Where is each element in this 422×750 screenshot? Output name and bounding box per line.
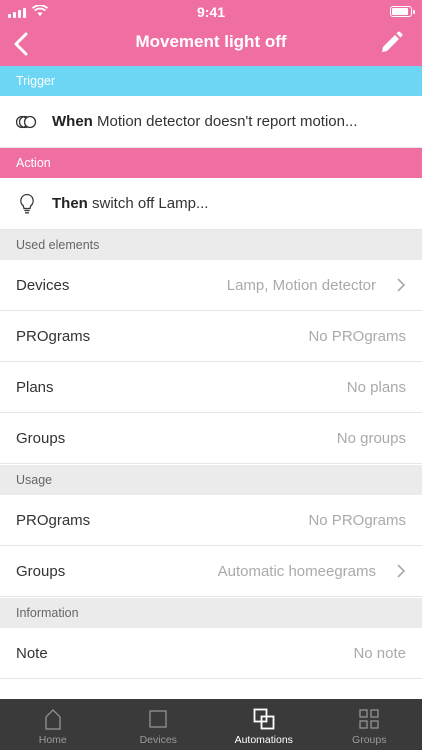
row-label: Note: [16, 644, 48, 662]
row-value: Automatic homeegrams: [217, 562, 376, 580]
row-label: Groups: [16, 562, 66, 580]
groups-icon: [358, 708, 380, 730]
row-label: PROgrams: [16, 511, 91, 529]
trigger-rule[interactable]: When Motion detector doesn't report moti…: [0, 96, 422, 148]
tab-home[interactable]: Home: [0, 699, 106, 750]
tab-automations[interactable]: Automations: [211, 699, 317, 750]
back-button[interactable]: [10, 30, 32, 58]
action-rule[interactable]: Then switch off Lamp...: [0, 178, 422, 230]
used-programs-row[interactable]: PROgrams No PROgrams: [0, 311, 422, 362]
tab-label: Automations: [234, 734, 293, 746]
row-label: PROgrams: [16, 327, 91, 345]
row-value: No note: [353, 644, 406, 662]
tab-devices[interactable]: Devices: [106, 699, 212, 750]
app-header: 9:41 Movement light off: [0, 0, 422, 66]
action-keyword: Then: [52, 195, 88, 212]
row-value: No PROgrams: [308, 327, 406, 345]
lightbulb-icon: [16, 193, 38, 215]
row-value: Lamp, Motion detector: [226, 276, 376, 294]
used-elements-section-header: Used elements: [0, 230, 422, 260]
row-value: No plans: [346, 378, 406, 396]
battery-icon: [390, 6, 415, 17]
action-section-header: Action: [0, 148, 422, 178]
tab-label: Devices: [139, 734, 177, 746]
row-label: Devices: [16, 276, 70, 294]
tab-bar: Home Devices Automations Groups: [0, 699, 422, 750]
usage-section-header: Usage: [0, 465, 422, 495]
status-time: 9:41: [196, 4, 226, 20]
automations-icon: [253, 708, 275, 730]
page-title: Movement light off: [135, 32, 287, 51]
tab-label: Home: [38, 734, 67, 746]
trigger-section-header: Trigger: [0, 66, 422, 96]
row-label: Plans: [16, 378, 54, 396]
used-devices-row[interactable]: Devices Lamp, Motion detector: [0, 260, 422, 311]
used-groups-row[interactable]: Groups No groups: [0, 413, 422, 464]
tab-label: Groups: [352, 734, 387, 746]
usage-groups-row[interactable]: Groups Automatic homeegrams: [0, 546, 422, 597]
row-value: No groups: [336, 429, 406, 447]
usage-programs-row[interactable]: PROgrams No PROgrams: [0, 495, 422, 546]
action-text: switch off Lamp...: [87, 195, 209, 212]
chevron-right-icon: [397, 564, 406, 578]
information-section-header: Information: [0, 598, 422, 628]
home-icon: [42, 708, 64, 730]
row-label: Groups: [16, 429, 66, 447]
edit-button[interactable]: [378, 30, 404, 56]
row-value: No PROgrams: [308, 511, 406, 529]
trigger-keyword: When: [52, 113, 93, 130]
note-row[interactable]: Note No note: [0, 628, 422, 679]
motion-sensor-icon: [16, 111, 38, 133]
trigger-text: Motion detector doesn't report motion...: [92, 113, 358, 130]
devices-icon: [147, 708, 169, 730]
used-plans-row[interactable]: Plans No plans: [0, 362, 422, 413]
chevron-right-icon: [397, 278, 406, 292]
tab-groups[interactable]: Groups: [317, 699, 422, 750]
status-bar: 9:41: [0, 0, 422, 22]
